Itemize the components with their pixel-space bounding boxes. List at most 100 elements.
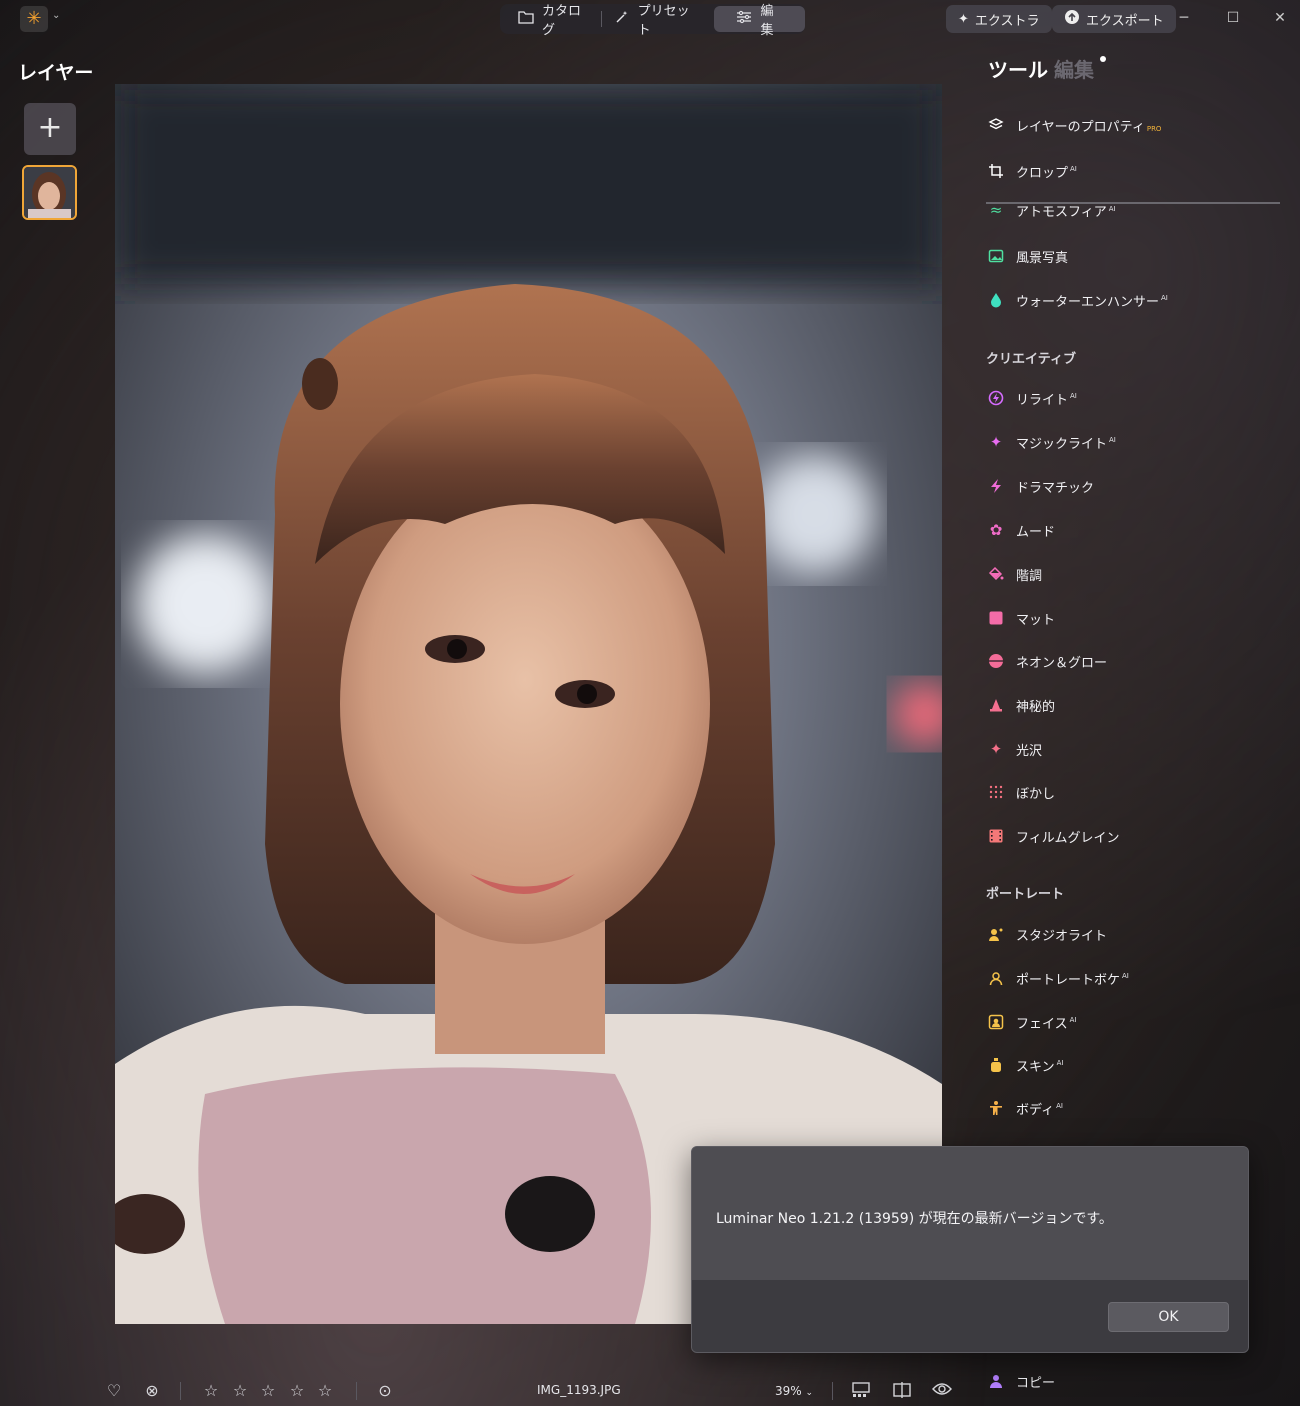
sparkle-wand-icon — [614, 9, 630, 29]
crop-icon — [986, 161, 1006, 181]
tab-edits[interactable]: 編集 — [1054, 54, 1094, 83]
tool-studio-light[interactable]: スタジオライト — [986, 922, 1107, 946]
tool-neon-glow[interactable]: ネオン＆グロー — [986, 649, 1107, 673]
tab-presets-label: プリセット — [637, 4, 690, 38]
blur-icon — [986, 782, 1006, 802]
star-2-icon[interactable]: ☆ — [230, 1381, 250, 1401]
tool-label: フィルムグレイン — [1016, 830, 1120, 846]
tool-face[interactable]: フェイス AI — [986, 1010, 1076, 1034]
tool-label: ウォーターエンハンサー AI — [1016, 294, 1168, 310]
preview-eye-icon[interactable] — [932, 1381, 952, 1401]
title-bar: ✳ ⌄ カタログ プリセット 編集 ✦ エクストラ エクスポート ─ ☐ ✕ — [0, 0, 1300, 38]
tab-edit[interactable]: 編集 — [714, 4, 805, 38]
face-icon — [986, 1012, 1006, 1032]
star-4-icon[interactable]: ☆ — [287, 1381, 307, 1401]
bottom-divider — [832, 1382, 833, 1400]
star-5-icon[interactable]: ☆ — [315, 1381, 335, 1401]
tool-label: 光沢 — [1016, 743, 1043, 759]
bottom-divider — [356, 1382, 357, 1400]
tool-water-enhancer[interactable]: ウォーターエンハンサー AI — [986, 288, 1168, 312]
compare-icon[interactable] — [892, 1381, 912, 1401]
folder-icon — [518, 10, 534, 28]
copy-person-icon — [986, 1371, 1006, 1391]
tool-label: レイヤーのプロパティ PRO — [1016, 119, 1162, 135]
tool-matte[interactable]: マット — [986, 606, 1055, 630]
lotus-icon: ✿ — [989, 521, 1003, 539]
add-layer-button[interactable]: + — [24, 103, 76, 155]
tool-atmosphere[interactable]: ≈ アトモスフィア AI — [986, 202, 1116, 220]
maximize-icon[interactable]: ☐ — [1223, 8, 1243, 28]
export-button[interactable]: エクスポート — [1052, 5, 1176, 33]
tool-label: ポートレートボケ AI — [1016, 972, 1129, 988]
more-options-icon[interactable]: ⊙ — [375, 1381, 395, 1401]
filmstrip-icon[interactable] — [851, 1381, 871, 1401]
ok-button[interactable]: OK — [1108, 1302, 1229, 1332]
tool-label: フェイス AI — [1016, 1016, 1077, 1032]
tool-label: ムード — [1016, 524, 1056, 540]
tool-label: 風景写真 — [1016, 250, 1069, 266]
landscape-icon — [986, 246, 1006, 266]
mystic-icon — [986, 695, 1006, 715]
mode-switcher: カタログ プリセット 編集 — [500, 4, 805, 38]
sliders-icon — [736, 10, 752, 28]
tool-label: ボディ AI — [1016, 1102, 1063, 1118]
tool-label: 神秘的 — [1016, 699, 1056, 715]
relight-icon — [986, 388, 1006, 408]
tool-film-grain[interactable]: フィルムグレイン — [986, 824, 1119, 848]
tool-copy[interactable]: コピー — [986, 1369, 1055, 1393]
filename-label: IMG_1193.JPG — [537, 1383, 621, 1397]
tool-dramatic[interactable]: ドラマチック — [986, 474, 1094, 498]
section-creative: クリエイティブ — [986, 352, 1076, 367]
tool-body[interactable]: ボディ AI — [986, 1096, 1063, 1120]
tool-skin[interactable]: スキン AI — [986, 1053, 1063, 1077]
luminar-neo-window: ✳ ⌄ カタログ プリセット 編集 ✦ エクストラ エクスポート ─ ☐ ✕ レ… — [0, 0, 1300, 1406]
star-1-icon[interactable]: ☆ — [201, 1381, 221, 1401]
layers-title: レイヤー — [18, 62, 94, 84]
app-logo-icon[interactable]: ✳ — [20, 6, 48, 32]
tool-portrait-bokeh[interactable]: ポートレートボケ AI — [986, 966, 1129, 990]
tool-label: スキン AI — [1016, 1059, 1064, 1075]
tool-label: スタジオライト — [1016, 928, 1108, 944]
tool-label: マット — [1016, 612, 1056, 628]
tool-label: ぼかし — [1016, 786, 1056, 802]
layer-thumbnail[interactable] — [22, 165, 77, 220]
zoom-dropdown[interactable]: 39% ⌄ — [775, 1384, 813, 1398]
chevron-down-icon[interactable]: ⌄ — [52, 10, 60, 21]
tool-label: 階調 — [1016, 568, 1043, 584]
extras-button[interactable]: ✦ エクストラ — [946, 5, 1052, 33]
square-icon — [986, 608, 1006, 628]
skin-icon — [986, 1055, 1006, 1075]
tool-mood[interactable]: ✿ ムード — [986, 518, 1055, 542]
tool-landscape[interactable]: 風景写真 — [986, 244, 1068, 268]
tab-catalog-label: カタログ — [542, 4, 582, 38]
film-icon — [986, 826, 1006, 846]
lightning-icon — [986, 476, 1006, 496]
tool-layer-properties[interactable]: レイヤーのプロパティ PRO — [986, 113, 1161, 137]
tool-label: アトモスフィア AI — [1016, 204, 1116, 220]
minimize-icon[interactable]: ─ — [1174, 8, 1194, 28]
heart-icon[interactable]: ♡ — [104, 1381, 124, 1401]
tool-mystical[interactable]: 神秘的 — [986, 693, 1055, 717]
magic-light-icon: ✦ — [989, 433, 1003, 451]
photo-canvas[interactable] — [115, 84, 942, 1324]
tool-relight[interactable]: リライト AI — [986, 386, 1077, 410]
tab-tools[interactable]: ツール — [988, 54, 1048, 83]
star-3-icon[interactable]: ☆ — [258, 1381, 278, 1401]
water-drop-icon — [986, 290, 1006, 310]
extras-label: エクストラ — [974, 13, 1040, 29]
tool-blur[interactable]: ぼかし — [986, 780, 1055, 804]
body-icon — [986, 1098, 1006, 1118]
tool-label: クロップ AI — [1016, 165, 1077, 181]
tab-presets[interactable]: プリセット — [602, 4, 709, 38]
chevron-down-icon: ⌄ — [805, 1388, 814, 1398]
zoom-value: 39% — [775, 1384, 802, 1398]
close-icon[interactable]: ✕ — [1270, 8, 1290, 28]
tool-crop[interactable]: クロップ AI — [986, 159, 1077, 183]
tool-toning[interactable]: 階調 — [986, 562, 1042, 586]
tool-glow[interactable]: ✦ 光沢 — [986, 737, 1042, 761]
edits-indicator-dot — [1100, 56, 1106, 62]
tool-magic-light[interactable]: ✦ マジックライト AI — [986, 430, 1116, 454]
reject-icon[interactable]: ⊗ — [142, 1381, 162, 1401]
tab-catalog[interactable]: カタログ — [506, 4, 601, 38]
export-arrow-icon — [1064, 9, 1080, 29]
